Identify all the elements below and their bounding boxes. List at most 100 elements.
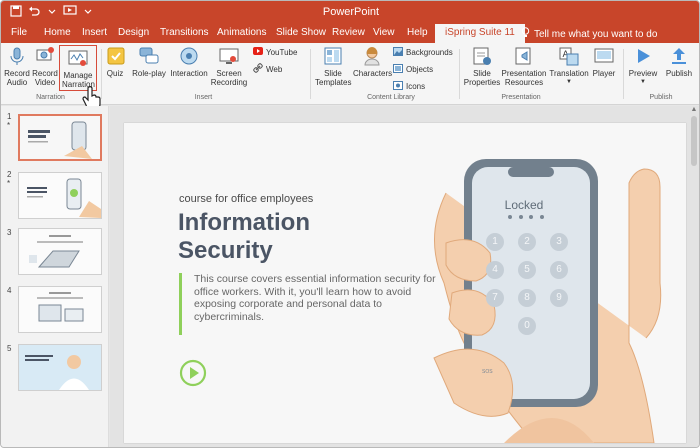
slide-thumbnail-1[interactable] [18, 114, 102, 161]
tab-insert[interactable]: Insert [82, 27, 107, 38]
passcode-dots [508, 215, 544, 219]
slide-editor: course for office employees Information … [110, 106, 699, 447]
keypad-key-7: 7 [486, 289, 504, 307]
slide-templates-label-2: Templates [315, 78, 352, 87]
preview-play-icon [632, 45, 654, 67]
quiz-label: Quiz [106, 69, 124, 78]
keypad-key-5: 5 [518, 261, 536, 279]
tab-review[interactable]: Review [332, 27, 365, 38]
record-audio-label-1: Record [4, 69, 30, 78]
scroll-up-arrow-icon[interactable]: ▲ [690, 106, 698, 113]
screen-recording-label-2: Recording [210, 78, 248, 87]
translation-button[interactable]: A Translation ▼ [549, 45, 589, 87]
keypad-key-8: 8 [518, 289, 536, 307]
phone-locked-text: Locked [504, 198, 544, 212]
slide-thumbnail-3[interactable] [18, 228, 102, 275]
tab-home[interactable]: Home [44, 27, 71, 38]
group-label-insert: Insert [194, 94, 213, 101]
vertical-scrollbar[interactable]: ▲ [690, 106, 698, 442]
group-separator [310, 49, 311, 99]
slide-thumbnail-5[interactable] [18, 344, 102, 391]
slide-thumbnails-panel: 1 * 2 * 3 4 5 [1, 106, 109, 447]
slide-canvas[interactable]: course for office employees Information … [124, 123, 686, 443]
record-audio-button[interactable]: Record Audio [4, 45, 30, 87]
youtube-button[interactable]: YouTube [253, 47, 297, 57]
roleplay-button[interactable]: Role-play [132, 45, 166, 78]
slide-templates-label-1: Slide [324, 69, 342, 78]
objects-button[interactable]: Objects [393, 64, 433, 75]
record-video-label-2: Video [34, 78, 56, 87]
keypad-key-4: 4 [486, 261, 504, 279]
resources-icon [513, 45, 535, 67]
icons-button[interactable]: Icons [393, 81, 425, 92]
keypad-key-6: 6 [550, 261, 568, 279]
interaction-label: Interaction [170, 69, 208, 78]
play-circle-icon[interactable] [179, 359, 207, 387]
video-camera-icon [34, 45, 56, 67]
character-icon [361, 45, 383, 67]
characters-button[interactable]: Characters [353, 45, 393, 78]
preview-dropdown-icon[interactable]: ▼ [628, 78, 658, 87]
backgrounds-label: Backgrounds [406, 48, 453, 57]
tab-ispring-suite[interactable]: iSpring Suite 11 [435, 24, 525, 44]
slide-properties-icon [471, 45, 493, 67]
objects-label: Objects [406, 65, 434, 74]
app-title: PowerPoint [322, 6, 380, 18]
screen-recording-button[interactable]: Screen Recording [210, 45, 248, 87]
group-label-content-library: Content Library [367, 94, 415, 101]
manage-narration-label-1: Manage [63, 71, 93, 80]
link-icon [253, 63, 263, 75]
quiz-button[interactable]: Quiz [105, 45, 125, 78]
characters-label: Characters [353, 69, 393, 78]
record-video-label-1: Record [32, 69, 58, 78]
tell-me-text: Tell me what you want to do [534, 28, 658, 40]
tab-file[interactable]: File [11, 27, 27, 38]
keypad-key-1: 1 [486, 233, 504, 251]
interaction-button[interactable]: Interaction [169, 45, 209, 78]
slide-title: Information Security [178, 209, 310, 265]
interaction-icon [178, 45, 200, 67]
tab-view[interactable]: View [373, 27, 395, 38]
keypad-key-2: 2 [518, 233, 536, 251]
publish-button[interactable]: Publish [664, 45, 694, 78]
slide-thumbnail-4[interactable] [18, 286, 102, 333]
icons-label: Icons [406, 82, 426, 91]
keypad-key-9: 9 [550, 289, 568, 307]
preview-button[interactable]: Preview ▼ [628, 45, 658, 87]
tab-design[interactable]: Design [118, 27, 149, 38]
tab-slide-show[interactable]: Slide Show [276, 27, 326, 38]
group-separator [459, 49, 460, 99]
thumb-star: * [7, 179, 11, 188]
translation-dropdown-icon[interactable]: ▼ [549, 78, 589, 87]
backgrounds-button[interactable]: Backgrounds [393, 47, 453, 58]
objects-icon [393, 64, 403, 75]
record-audio-label-2: Audio [6, 78, 28, 87]
tab-transitions[interactable]: Transitions [160, 27, 209, 38]
keypad-key-0: 0 [518, 317, 536, 335]
tab-animations[interactable]: Animations [217, 27, 266, 38]
microphone-icon [6, 45, 28, 67]
tab-help[interactable]: Help [407, 27, 428, 38]
youtube-label: YouTube [266, 47, 298, 57]
slide-properties-button[interactable]: Slide Properties [463, 45, 501, 87]
player-label: Player [592, 69, 616, 78]
screen-record-icon [218, 45, 240, 67]
player-button[interactable]: Player [592, 45, 616, 78]
screen-recording-label-1: Screen [216, 69, 242, 78]
thumb-number: 5 [7, 344, 12, 353]
title-bar: PowerPoint [1, 1, 699, 24]
scroll-thumb[interactable] [691, 116, 697, 166]
sos-label: SOS [482, 369, 493, 375]
web-button[interactable]: Web [253, 63, 282, 75]
slide-title-line-2: Security [178, 237, 273, 264]
tell-me-search[interactable]: Tell me what you want to do [521, 27, 657, 41]
record-video-button[interactable]: Record Video [32, 45, 58, 87]
presentation-resources-button[interactable]: Presentation Resources [501, 45, 547, 87]
presentation-resources-label-1: Presentation [501, 69, 547, 78]
group-label-publish: Publish [649, 94, 673, 101]
slide-thumbnail-2[interactable] [18, 172, 102, 219]
icons-gallery-icon [393, 81, 403, 92]
slide-templates-button[interactable]: Slide Templates [315, 45, 351, 87]
roleplay-label: Role-play [132, 69, 166, 78]
publish-icon [668, 45, 690, 67]
